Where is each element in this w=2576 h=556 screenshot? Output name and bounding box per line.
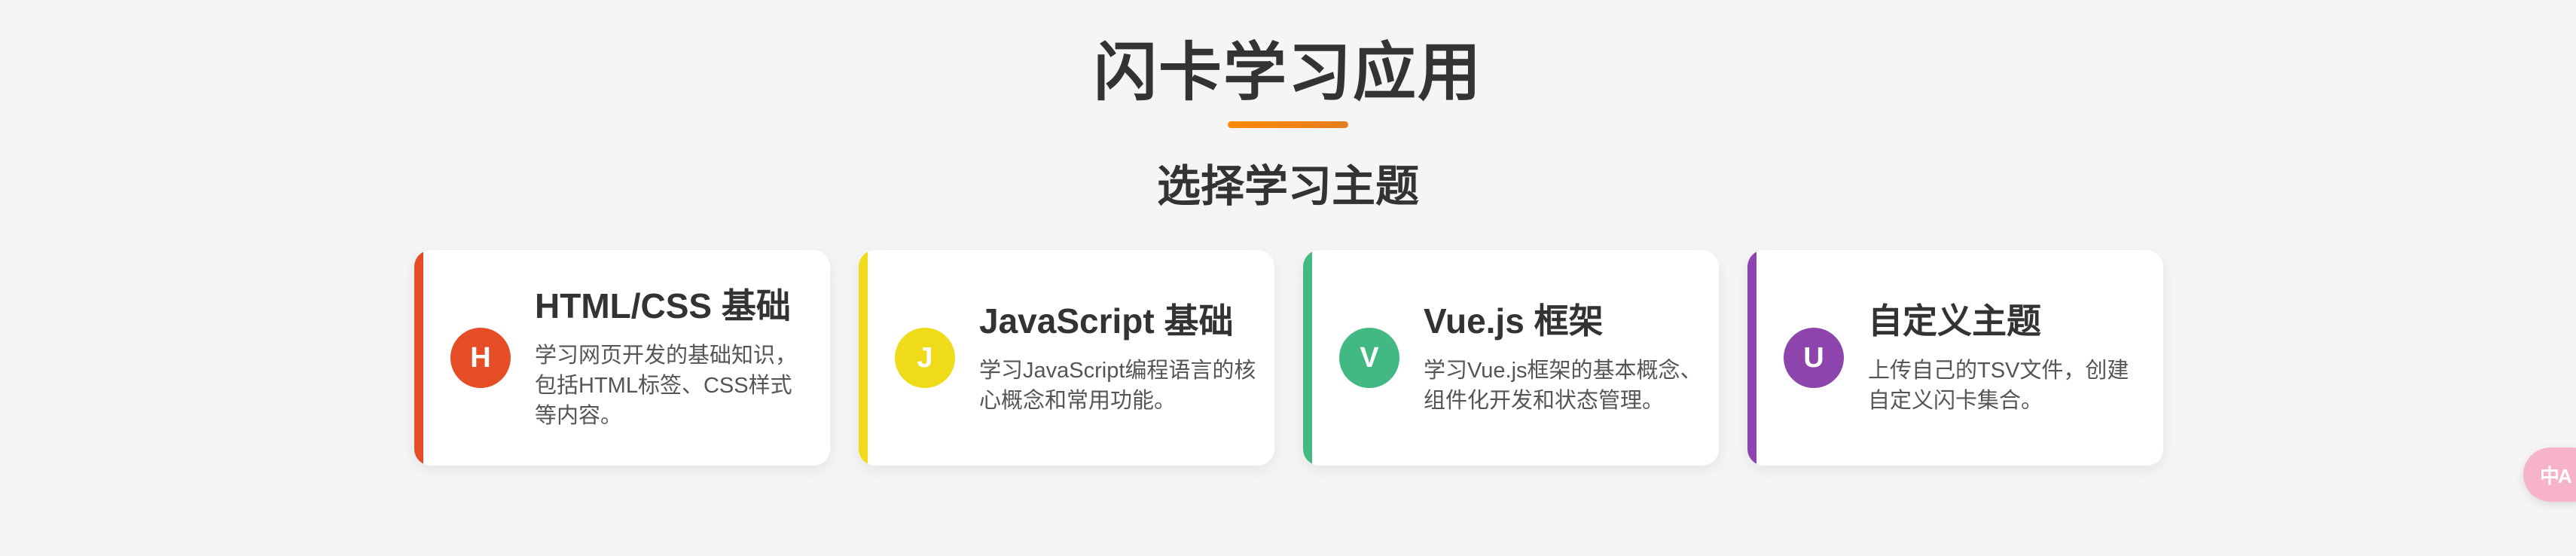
page-title: 闪卡学习应用 [1093,37,1482,108]
card-title: JavaScript 基础 [979,301,1234,341]
topic-card-list: H HTML/CSS 基础 学习网页开发的基础知识，包括HTML标签、CSS样式… [0,250,2576,466]
card-body: HTML/CSS 基础 学习网页开发的基础知识，包括HTML标签、CSS样式等内… [535,250,813,466]
javascript-topic-icon: J [895,328,955,388]
translate-icon: 中A [2540,464,2572,487]
card-title: 自定义主题 [1868,301,2041,341]
card-description: 学习Vue.js框架的基本概念、组件化开发和状态管理。 [1424,359,1702,413]
card-body: JavaScript 基础 学习JavaScript编程语言的核心概念和常用功能… [979,250,1258,466]
topic-card-vue[interactable]: V Vue.js 框架 学习Vue.js框架的基本概念、组件化开发和状态管理。 [1303,250,1719,466]
card-accent-bar [1303,250,1312,466]
upload-topic-icon: U [1784,328,1844,388]
topic-card-custom[interactable]: U 自定义主题 上传自己的TSV文件，创建自定义闪卡集合。 [1747,250,2163,466]
card-accent-bar [1747,250,1757,466]
html-topic-icon: H [450,328,511,388]
card-description: 学习JavaScript编程语言的核心概念和常用功能。 [979,359,1256,413]
card-description: 上传自己的TSV文件，创建自定义闪卡集合。 [1868,359,2129,413]
card-accent-bar [414,250,423,466]
card-accent-bar [859,250,868,466]
title-underline [1228,121,1348,128]
card-title: Vue.js 框架 [1424,301,1604,341]
vue-topic-icon: V [1339,328,1399,388]
card-title: HTML/CSS 基础 [535,286,791,325]
flashcard-app: 闪卡学习应用 选择学习主题 H HTML/CSS 基础 学习网页开发的基础知识，… [0,0,2576,556]
section-title: 选择学习主题 [1156,162,1419,211]
topic-card-javascript[interactable]: J JavaScript 基础 学习JavaScript编程语言的核心概念和常用… [859,250,1274,466]
card-body: Vue.js 框架 学习Vue.js框架的基本概念、组件化开发和状态管理。 [1424,250,1702,466]
translate-button[interactable]: 中A [2523,448,2576,502]
card-body: 自定义主题 上传自己的TSV文件，创建自定义闪卡集合。 [1868,250,2147,466]
card-description: 学习网页开发的基础知识，包括HTML标签、CSS样式等内容。 [535,344,798,428]
topic-card-html-css[interactable]: H HTML/CSS 基础 学习网页开发的基础知识，包括HTML标签、CSS样式… [414,250,830,466]
